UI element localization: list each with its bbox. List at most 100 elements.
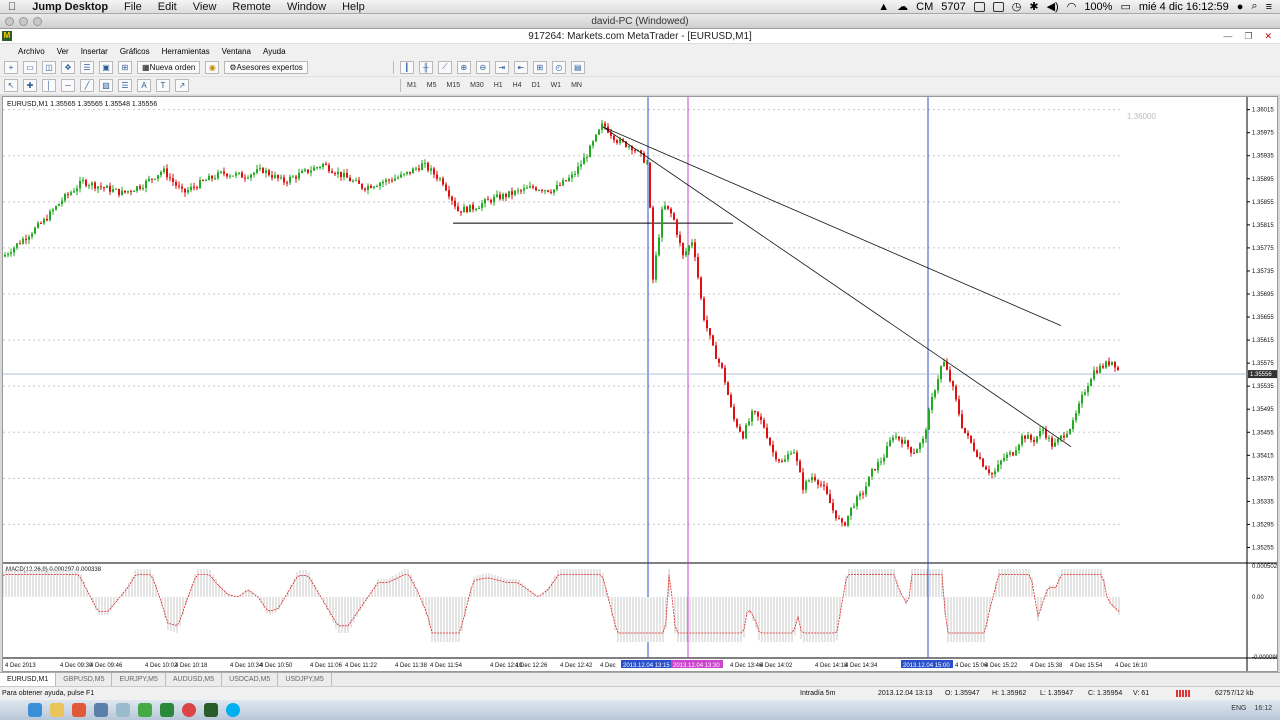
new-chart-icon[interactable]: + [4,60,18,74]
vertical-line-icon[interactable]: │ [42,79,56,92]
cursor-icon[interactable]: ↖ [4,79,18,92]
templates-icon[interactable]: ▤ [570,60,585,74]
time-machine-icon[interactable]: ◷ [1012,0,1022,13]
tab-audusd-m5[interactable]: AUDUSD,M5 [166,673,223,686]
menu-edit[interactable]: Edit [150,0,185,14]
window-icon[interactable] [116,703,130,717]
timeframe-m30[interactable]: M30 [470,82,484,89]
timeframe-m5[interactable]: M5 [427,82,437,89]
data-window-icon[interactable]: ☰ [80,60,94,74]
close-window-button[interactable] [5,17,14,26]
chart-shift-icon[interactable]: ⇤ [513,60,528,74]
indicators-icon[interactable]: ⊞ [532,60,547,74]
list-icon[interactable]: ≡ [1266,1,1272,13]
text-icon[interactable]: A [137,79,151,92]
candles-icon[interactable]: ╫ [418,60,433,74]
text-label-icon[interactable]: T [156,79,170,92]
auto-scroll-icon[interactable]: ⇥ [494,60,509,74]
metaeditor-icon[interactable]: ◉ [205,60,220,74]
metatrader-taskbar-icon[interactable] [204,703,218,717]
clock[interactable]: mié 4 dic 16:12:59 [1139,1,1229,13]
navigator-icon[interactable]: ✥ [61,60,75,74]
screen-icon[interactable] [973,1,985,12]
display-icon[interactable] [992,1,1004,12]
menu-archivo[interactable]: Archivo [12,47,51,56]
app-icon[interactable] [94,703,108,717]
bluetooth-icon[interactable]: ✱ [1029,0,1038,13]
candle-body [667,205,669,209]
channel-icon[interactable]: ▧ [99,79,113,92]
candle-body [739,426,741,432]
menu-window[interactable]: Window [279,0,334,14]
price-chart[interactable]: EURUSD,M1 1.35565 1.35565 1.35548 1.3555… [2,97,1280,671]
tab-usdcad-m5[interactable]: USDCAD,M5 [222,673,279,686]
timeframe-mn[interactable]: MN [571,82,582,89]
tab-gbpusd-m5[interactable]: GBPUSD,M5 [56,673,113,686]
volume-icon[interactable]: ◀) [1047,0,1059,13]
apple-icon[interactable]:  [0,0,24,14]
tab-eurusd-m1[interactable]: EURUSD,M1 [0,673,57,686]
app-menu[interactable]: Jump Desktop [24,0,116,14]
status-profile[interactable]: Intradía 5m [800,690,835,697]
timeframe-h1[interactable]: H1 [494,82,503,89]
ie-icon[interactable] [28,703,42,717]
spotlight-icon[interactable]: ⌕ [1251,0,1257,13]
timeframe-d1[interactable]: D1 [532,82,541,89]
bar-chart-icon[interactable]: ┃ [399,60,414,74]
menu-insertar[interactable]: Insertar [75,47,114,56]
arrows-icon[interactable]: ↗ [175,79,189,92]
tool-icon[interactable] [138,703,152,717]
chart-window[interactable]: EURUSD,M1 1.35565 1.35565 1.35548 1.3555… [2,96,1280,672]
taskbar-lang[interactable]: ENG [1231,705,1246,712]
status-text[interactable]: CM [916,1,933,13]
menu-view[interactable]: View [185,0,225,14]
crosshair-icon[interactable]: ✚ [23,79,37,92]
tab-usdjpy-m5[interactable]: USDJPY,M5 [278,673,332,686]
skype-icon[interactable] [226,703,240,717]
menu-graficos[interactable]: Gráficos [114,47,156,56]
terminal-icon[interactable]: ▣ [99,60,113,74]
explorer-icon[interactable] [50,703,64,717]
new-order-button[interactable]: ▦ Nueva orden [137,60,201,74]
timeframe-m15[interactable]: M15 [446,82,460,89]
expert-advisors-button[interactable]: ⚙ Asesores expertos [224,60,308,74]
periods-icon[interactable]: ◴ [551,60,566,74]
media-icon[interactable] [72,703,86,717]
tester-icon[interactable]: ⊞ [118,60,132,74]
cloud-icon[interactable]: ☁ [897,0,908,13]
chrome-icon[interactable] [182,703,196,717]
battery-icon[interactable]: ▭ [1120,0,1130,13]
menu-help[interactable]: Help [334,0,373,14]
timeframe-m1[interactable]: M1 [407,82,417,89]
menu-remote[interactable]: Remote [224,0,279,14]
menu-ventana[interactable]: Ventana [216,47,257,56]
zoom-out-icon[interactable]: ⊖ [475,60,490,74]
wifi-icon[interactable]: ◠ [1067,0,1077,13]
fibonacci-icon[interactable]: ☰ [118,79,132,92]
line-chart-icon[interactable]: ⟋ [437,60,452,74]
taskbar-clock[interactable]: 16:12 [1254,705,1272,712]
play-icon[interactable] [160,703,174,717]
menu-ver[interactable]: Ver [51,47,75,56]
menu-file[interactable]: File [116,0,150,14]
restore-icon[interactable]: ❐ [1244,29,1252,44]
close-icon[interactable]: ✕ [1264,29,1272,44]
timeframe-h4[interactable]: H4 [513,82,522,89]
warning-icon[interactable]: ▲ [878,1,889,13]
minimize-icon[interactable]: — [1223,29,1232,44]
zoom-window-button[interactable] [33,17,42,26]
trendline-icon[interactable]: ╱ [80,79,94,92]
tab-eurjpy-m5[interactable]: EURJPY,M5 [112,673,166,686]
profiles-icon[interactable]: ▭ [23,60,37,74]
market-watch-icon[interactable]: ◫ [42,60,56,74]
minimize-window-button[interactable] [19,17,28,26]
zoom-in-icon[interactable]: ⊕ [456,60,471,74]
user-icon[interactable]: ● [1237,1,1244,13]
horizontal-line-icon[interactable]: ─ [61,79,75,92]
candle-body [988,469,990,474]
status-num[interactable]: 5707 [941,1,965,13]
menu-herramientas[interactable]: Herramientas [156,47,216,56]
battery-text[interactable]: 100% [1084,1,1112,13]
menu-ayuda[interactable]: Ayuda [257,47,292,56]
timeframe-w1[interactable]: W1 [551,82,562,89]
